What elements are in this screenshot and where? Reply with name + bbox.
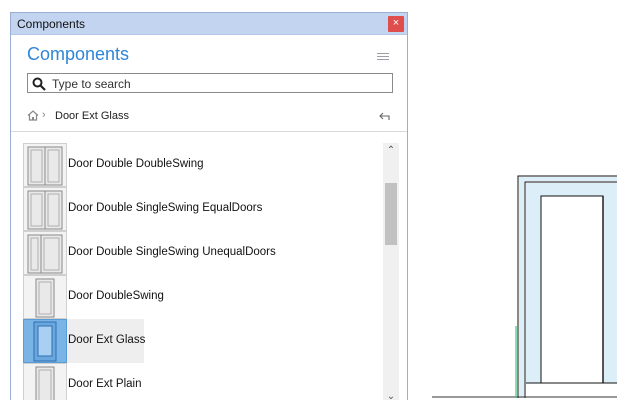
list-item-label: Door Double SingleSwing EqualDoors — [68, 202, 263, 214]
list-item[interactable]: Door DoubleSwing — [23, 275, 383, 319]
double-door-icon — [23, 187, 67, 231]
page-title: Components — [27, 44, 130, 64]
search-input[interactable]: Type to search — [27, 73, 393, 93]
single-door-icon — [23, 363, 67, 400]
list-item-label: Door Ext Plain — [68, 378, 142, 390]
hamburger-menu-icon[interactable] — [377, 53, 389, 61]
panel-titlebar[interactable]: Components × — [11, 13, 407, 35]
list-item-selected[interactable]: Door Ext Glass — [23, 319, 383, 363]
home-icon[interactable] — [27, 110, 39, 121]
close-icon: × — [392, 17, 400, 29]
single-door-icon — [23, 275, 67, 319]
chevron-up-icon[interactable]: ⌃ — [383, 143, 399, 159]
divider — [11, 131, 407, 132]
search-icon — [32, 77, 46, 91]
list-item[interactable]: Door Double DoubleSwing — [23, 143, 383, 187]
list-item-label: Door Double DoubleSwing — [68, 158, 204, 170]
list-item-label: Door DoubleSwing — [68, 290, 164, 302]
close-button[interactable]: × — [388, 16, 404, 32]
panel-title: Components — [17, 17, 86, 31]
list-scrollbar[interactable]: ⌃ ⌄ — [383, 143, 399, 400]
list-item[interactable]: Door Double SingleSwing EqualDoors — [23, 187, 383, 231]
list-item[interactable]: Door Ext Plain — [23, 363, 383, 400]
drawing-canvas[interactable] — [410, 0, 617, 400]
double-door-unequal-icon — [23, 231, 67, 275]
components-panel: Components × Components Type to search ›… — [10, 12, 408, 400]
scrollbar-thumb[interactable] — [385, 183, 397, 245]
door-elevation-drawing — [432, 175, 617, 398]
list-item[interactable]: Door Double SingleSwing UnequalDoors — [23, 231, 383, 275]
search-placeholder: Type to search — [52, 77, 131, 91]
back-arrow-icon[interactable] — [379, 112, 391, 121]
chevron-down-icon[interactable]: ⌄ — [383, 389, 399, 400]
double-door-icon — [23, 143, 67, 187]
breadcrumb-current[interactable]: Door Ext Glass — [55, 110, 129, 122]
glass-door-icon — [23, 319, 67, 363]
list-item-label: Door Double SingleSwing UnequalDoors — [68, 246, 276, 258]
list-item-label: Door Ext Glass — [68, 334, 146, 346]
breadcrumb-separator-icon: › — [42, 109, 46, 121]
